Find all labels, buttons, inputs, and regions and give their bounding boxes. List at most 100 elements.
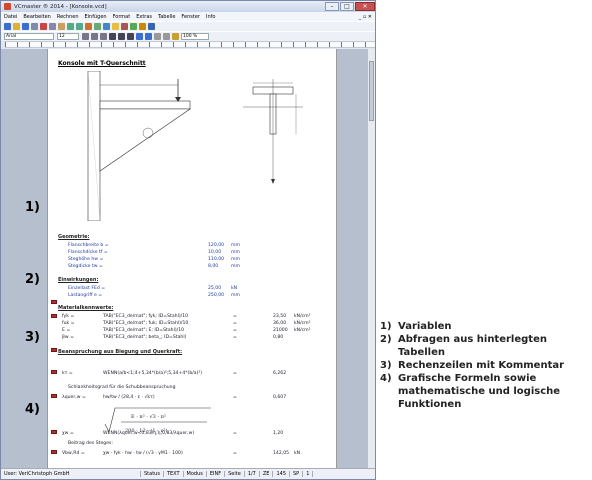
formula-marker-icon[interactable] [51,348,57,352]
material-formula: TAB("EC3_de/mat"; E; ID=Stahl)/10 [103,328,185,333]
formula-marker-icon[interactable] [51,314,57,318]
menu-einfuegen[interactable]: Einfügen [85,14,107,20]
window-title: VCmaster ® 2014 - [Konsole.vcd] [14,3,107,10]
calc-formula: WENN(λquer,w<0,83/η;η;0,83/λquer,w) [103,431,195,436]
material-label: fuk = [62,321,75,326]
material-unit: kN/cm² [294,328,311,333]
status-col: 1 [303,471,314,477]
geometry-unit: mm [231,264,240,269]
legend-text: Grafische Formeln sowie mathematische un… [398,373,561,410]
formula-icon[interactable] [103,23,110,30]
menu-fenster[interactable]: Fenster [181,14,200,20]
material-eq: = [233,321,237,326]
sqrt-formula-graphic: E · π² · √3 · π² 200 · 12 · (1 - ν²) [104,407,211,434]
formula-marker-icon[interactable] [51,430,57,434]
zoom-select[interactable]: 100 % [181,33,209,40]
status-bar: User: VeriChristoph GmbH Status TEXT Mod… [1,468,375,479]
subscript-icon[interactable] [136,33,143,40]
load-value: 25,00 [208,286,222,291]
close-button[interactable]: ✕ [355,2,375,11]
material-value: 21000 [273,328,288,333]
material-eq: = [233,328,237,333]
callout-2: 2) [25,272,40,287]
status-insert: EINF [207,471,226,477]
material-unit: kN/cm² [294,321,311,326]
menu-bearbeiten[interactable]: Bearbeiten [23,14,50,20]
calc-label: kτ = [62,371,73,376]
underline-icon[interactable] [127,33,134,40]
formula-marker-icon[interactable] [51,450,57,454]
material-value: 23,50 [273,314,287,319]
menu-extras[interactable]: Extras [136,14,152,20]
menu-format[interactable]: Format [113,14,131,20]
maximize-button[interactable]: □ [340,2,354,11]
menu-datei[interactable]: Datei [4,14,17,20]
cut-icon[interactable] [40,23,47,30]
status-mode: Modus [184,471,207,477]
calc-icon[interactable] [85,23,92,30]
document-page: Konsole mit T-Querschnitt Geometrie: Fla… [47,49,337,468]
align-left-icon[interactable] [82,33,89,40]
load-value: 250,00 [208,293,225,298]
load-label: Einzellast FEd = [68,286,106,291]
geometry-label: Flanschdicke tf = [68,250,108,255]
tools-icon[interactable] [139,23,146,30]
load-unit: kN [231,286,238,291]
status-line-label: ZE [260,471,274,477]
align-right-icon[interactable] [100,33,107,40]
menu-info[interactable]: Info [206,14,215,20]
status-col-label: SP [290,471,304,477]
document-area: Konsole mit T-Querschnitt Geometrie: Fla… [1,49,375,468]
legend-item: 1) Variablen [380,320,590,333]
calc-eq: = [233,451,237,456]
superscript-icon[interactable] [145,33,152,40]
bold-icon[interactable] [109,33,116,40]
table-icon[interactable] [94,23,101,30]
paste-icon[interactable] [58,23,65,30]
menu-tabelle[interactable]: Tabelle [158,14,175,20]
geometry-value: 8,00 [208,264,219,269]
print-icon[interactable] [31,23,38,30]
legend-number: 1) [380,321,392,332]
save-icon[interactable] [22,23,29,30]
help-icon[interactable] [148,23,155,30]
undo-icon[interactable] [67,23,74,30]
calc-formula: χw · fyk · hw · tw / (√3 · γM1 · 100) [103,451,183,456]
material-formula: TAB("EC3_de/mat"; fuk; ID=Stahl)/10 [103,321,189,326]
line-icon[interactable] [154,33,161,40]
calc-label: λquer,w = [62,395,86,400]
new-doc-icon[interactable] [4,23,11,30]
minimize-button[interactable]: – [325,2,339,11]
font-select[interactable]: Arial [4,33,54,40]
callout-4: 4) [25,402,40,417]
formula-marker-icon[interactable] [51,370,57,374]
legend-text: Variablen [398,321,452,332]
geometry-label: Flanschbreite b = [68,243,109,248]
menu-rechnen[interactable]: Rechnen [57,14,79,20]
border-icon[interactable] [163,33,170,40]
svg-text:E · π² · √3 · π²: E · π² · √3 · π² [131,414,166,420]
section-loads: Einwirkungen: [58,277,99,283]
image-icon[interactable] [112,23,119,30]
calc-formula: WENN(a/b<1;4+5,34*(b/a)²;5,34+4*(b/a)²) [103,371,203,376]
calc-value: 1,20 [273,431,284,436]
formula-marker-icon[interactable] [51,300,57,304]
italic-icon[interactable] [118,33,125,40]
size-select[interactable]: 12 [57,33,79,40]
load-unit: mm [231,293,240,298]
paragraph-icon[interactable] [172,33,179,40]
mdi-controls[interactable]: _ ▫ ✕ [359,14,372,20]
open-folder-icon[interactable] [13,23,20,30]
copy-icon[interactable] [49,23,56,30]
legend-item: 4) Grafische Formeln sowie mathematische… [380,372,590,411]
check-icon[interactable] [130,23,137,30]
callout-3: 3) [25,330,40,345]
align-center-icon[interactable] [91,33,98,40]
redo-icon[interactable] [76,23,83,30]
scroll-thumb[interactable] [369,61,374,121]
formula-marker-icon[interactable] [51,394,57,398]
chart-icon[interactable] [121,23,128,30]
app-icon [4,3,11,10]
status-user: User: VeriChristoph GmbH [1,471,141,477]
vertical-scrollbar[interactable] [367,49,375,468]
